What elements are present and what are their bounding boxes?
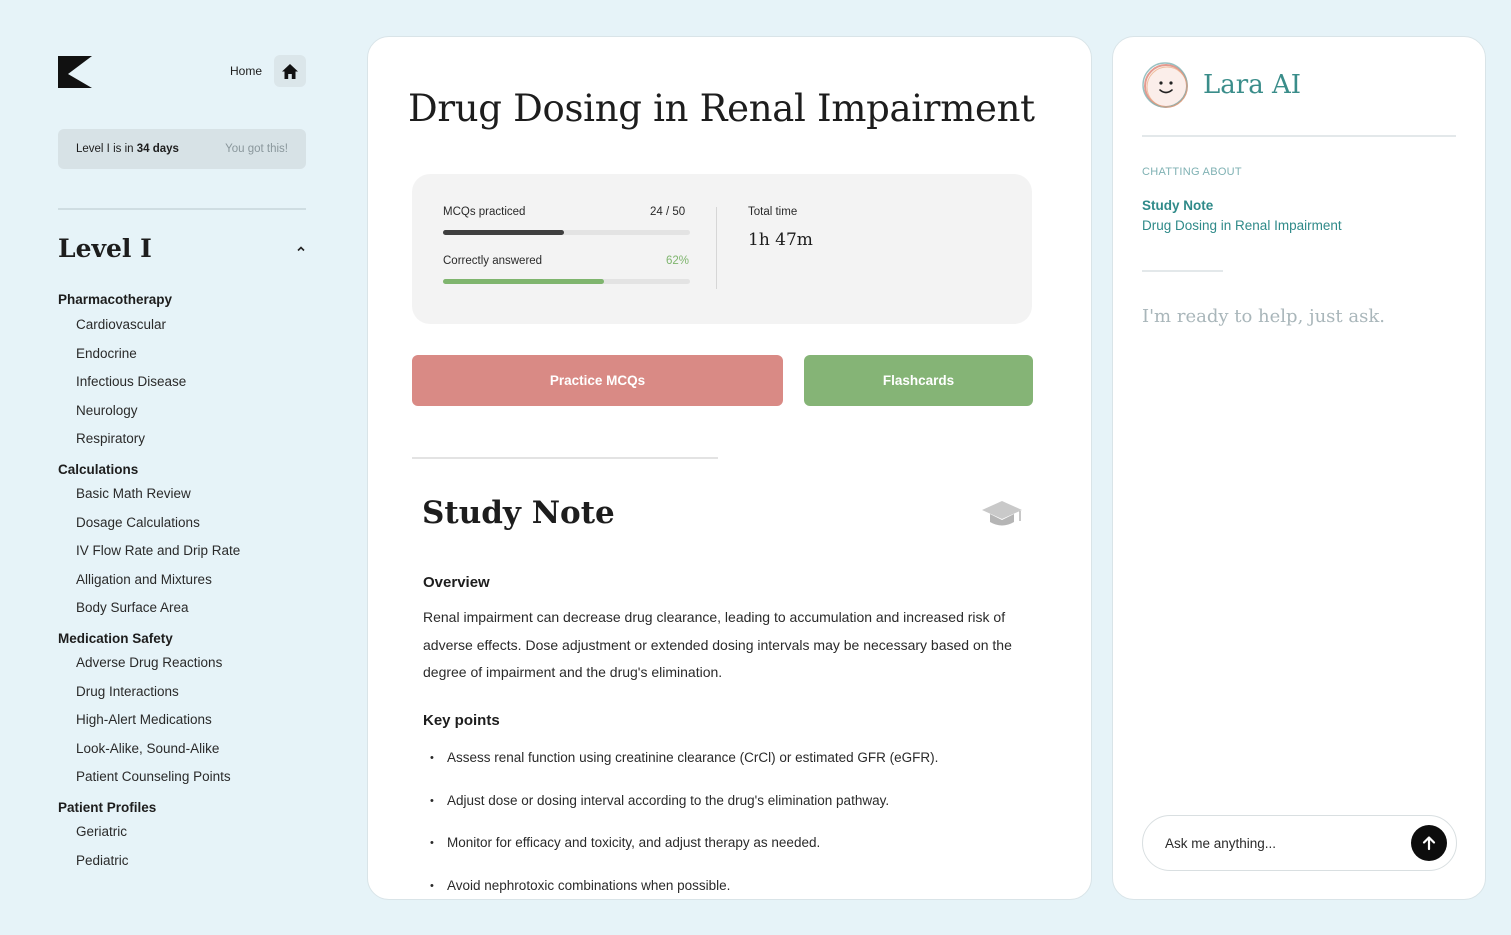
sidebar-item-pediatric[interactable]: Pediatric — [58, 847, 306, 876]
sidebar-item-look-alike-sound-alike[interactable]: Look-Alike, Sound-Alike — [58, 735, 306, 764]
chat-input[interactable] — [1165, 816, 1395, 870]
list-item: Monitor for efficacy and toxicity, and a… — [430, 830, 1030, 873]
nav-group-title: Medication Safety — [58, 630, 173, 646]
total-time-label: Total time — [748, 206, 798, 218]
chatting-about-label: CHATTING ABOUT — [1142, 166, 1242, 178]
nav-group-title: Pharmacotherapy — [58, 292, 173, 307]
sidebar-item-patient-counseling-points[interactable]: Patient Counseling Points — [58, 763, 306, 792]
topic-navigation: Pharmacotherapy Cardiovascular Endocrine In… — [58, 290, 306, 881]
correct-answered-label: Correctly answered — [443, 255, 543, 267]
list-item: Adjust dose or dosing interval according… — [430, 788, 1030, 831]
level-title: Level I — [58, 234, 152, 263]
nav-group-title: Patient Profiles — [58, 799, 157, 815]
nav-group: Medication Safety Adverse Drug Reactions D… — [58, 629, 306, 792]
sidebar-item-iv-flow-rate-and-drip-rate[interactable]: IV Flow Rate and Drip Rate — [58, 537, 306, 566]
sidebar-item-high-alert-medications[interactable]: High-Alert Medications — [58, 706, 306, 735]
sidebar-divider — [58, 208, 306, 210]
home-link[interactable]: Home — [230, 64, 262, 78]
nav-group: Pharmacotherapy Cardiovascular Endocrine In… — [58, 290, 306, 454]
sidebar-item-basic-math-review[interactable]: Basic Math Review — [58, 480, 306, 509]
key-points-list: Assess renal function using creatinine c… — [430, 745, 1030, 899]
mcq-progress-fill — [443, 230, 565, 235]
flashcards-button[interactable]: Flashcards — [804, 355, 1033, 406]
stats-divider — [716, 207, 717, 289]
sidebar: Home Level I is in 34 days You got this!… — [58, 0, 306, 935]
sidebar-item-drug-interactions[interactable]: Drug Interactions — [58, 678, 306, 707]
mcq-practiced-label: MCQs practiced — [443, 206, 526, 218]
sidebar-item-cardiovascular[interactable]: Cardiovascular — [58, 311, 306, 340]
arrow-up-icon — [1422, 836, 1436, 851]
study-note-title: Study Note — [422, 495, 615, 531]
k-logo[interactable] — [58, 56, 92, 88]
level-countdown-banner: Level I is in 34 days You got this! — [58, 129, 306, 169]
assistant-ready-message: I'm ready to help, just ask. — [1142, 306, 1385, 327]
overview-text: Renal impairment can decrease drug clear… — [423, 609, 1012, 680]
encouragement-text: You got this! — [225, 143, 288, 155]
study-content-card: Drug Dosing in Renal Impairment MCQs pra… — [367, 36, 1092, 900]
chat-context-title: Study Note — [1142, 198, 1214, 213]
chat-input-container — [1142, 815, 1457, 871]
home-button[interactable] — [274, 55, 306, 87]
sidebar-item-body-surface-area[interactable]: Body Surface Area — [58, 594, 306, 623]
home-icon — [282, 63, 298, 79]
smiley-face-icon — [1142, 62, 1188, 108]
chat-divider-short — [1142, 270, 1223, 272]
chat-divider — [1142, 135, 1456, 137]
correct-progress-fill — [443, 279, 604, 284]
sidebar-item-geriatric[interactable]: Geriatric — [58, 818, 306, 847]
chat-context-subtitle: Drug Dosing in Renal Impairment — [1142, 218, 1342, 233]
key-points-heading: Key points — [423, 712, 500, 729]
overview-heading: Overview — [423, 574, 490, 591]
countdown-text: Level I is in 34 days — [76, 143, 179, 155]
nav-group: Patient Profiles Geriatric Pediatric — [58, 798, 306, 875]
total-time-value: 1h 47m — [748, 230, 813, 250]
progress-stats: MCQs practiced 24 / 50 Correctly answere… — [412, 174, 1032, 324]
nav-group: Calculations Basic Math Review Dosage Calc… — [58, 460, 306, 623]
page-title: Drug Dosing in Renal Impairment — [408, 87, 1035, 130]
sidebar-item-adverse-drug-reactions[interactable]: Adverse Drug Reactions — [58, 649, 306, 678]
list-item: Avoid nephrotoxic combinations when poss… — [430, 873, 1030, 899]
nav-group-title: Calculations — [58, 461, 139, 477]
practice-mcqs-button[interactable]: Practice MCQs — [412, 355, 783, 406]
mcq-progress-bar — [443, 230, 690, 235]
sidebar-item-neurology[interactable]: Neurology — [58, 397, 306, 426]
correct-answered-value: 62% — [666, 255, 690, 267]
sidebar-item-respiratory[interactable]: Respiratory — [58, 425, 306, 454]
content-divider — [412, 457, 718, 459]
send-button[interactable] — [1411, 825, 1447, 861]
sidebar-item-alligation-and-mixtures[interactable]: Alligation and Mixtures — [58, 566, 306, 595]
list-item: Assess renal function using creatinine c… — [430, 745, 1030, 788]
sidebar-item-infectious-disease[interactable]: Infectious Disease — [58, 368, 306, 397]
sidebar-item-dosage-calculations[interactable]: Dosage Calculations — [58, 509, 306, 538]
graduation-cap-icon — [982, 501, 1022, 526]
sidebar-item-endocrine[interactable]: Endocrine — [58, 340, 306, 369]
chevron-up-icon[interactable] — [296, 244, 306, 254]
correct-progress-bar — [443, 279, 690, 284]
mcq-practiced-value: 24 / 50 — [650, 206, 686, 218]
ai-chat-panel: Lara AI CHATTING ABOUT Study Note Drug D… — [1112, 36, 1486, 900]
assistant-name: Lara AI — [1203, 70, 1302, 100]
